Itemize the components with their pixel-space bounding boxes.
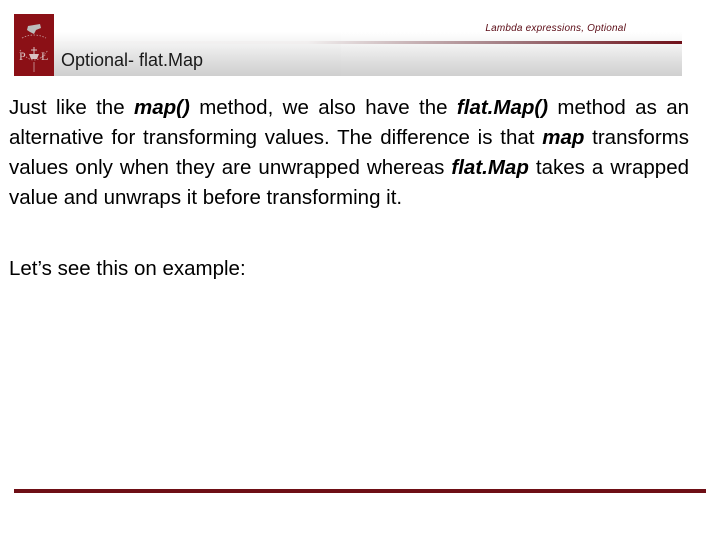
emphasized-term: map() bbox=[134, 96, 190, 119]
logo-letter-l: Ł bbox=[41, 49, 48, 63]
logo-emblem-icon: P Ł bbox=[19, 24, 48, 72]
example-intro: Let’s see this on example: bbox=[9, 257, 246, 280]
footer-divider bbox=[14, 489, 706, 493]
university-logo: P Ł bbox=[14, 14, 54, 76]
logo-letter-p: P bbox=[19, 49, 26, 63]
emphasized-term: flat.Map bbox=[451, 156, 529, 179]
emphasized-term: map bbox=[542, 126, 585, 149]
body-paragraph: Just like the map() method, we also have… bbox=[9, 93, 689, 213]
text-segment: method, we also have the bbox=[189, 96, 457, 119]
header-accent-line bbox=[0, 41, 682, 44]
header-band-right bbox=[341, 32, 682, 76]
emphasized-term: flat.Map() bbox=[456, 96, 549, 119]
text-segment: Just like the bbox=[9, 96, 134, 119]
slide-subtitle: Lambda expressions, Optional bbox=[485, 23, 626, 34]
slide-title: Optional- flat.Map bbox=[61, 50, 204, 70]
